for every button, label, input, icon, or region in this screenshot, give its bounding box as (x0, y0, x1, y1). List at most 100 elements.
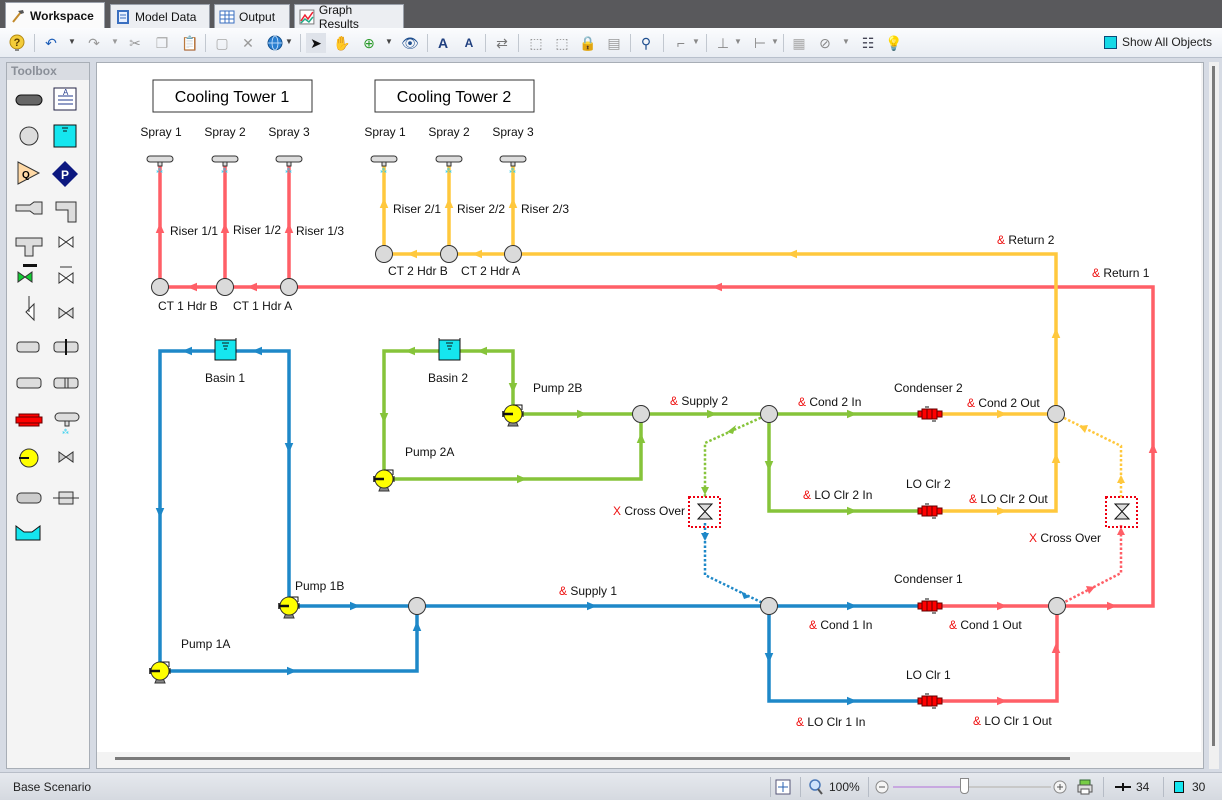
undo-dropdown[interactable]: ▼ (68, 37, 76, 46)
junction-node[interactable] (440, 245, 458, 263)
tab-model-data[interactable]: Model Data (110, 4, 210, 28)
tool-branch[interactable] (19, 126, 39, 146)
junction-node[interactable] (760, 597, 778, 615)
tool-orifice[interactable] (53, 339, 79, 355)
tool-assigned-flow[interactable]: Q (17, 161, 41, 185)
tool-bend[interactable] (55, 201, 77, 223)
tab-workspace[interactable]: Workspace (5, 2, 105, 28)
tool-control-valve-generic[interactable] (58, 451, 74, 463)
pipe-style-dropdown[interactable]: ▼ (692, 37, 700, 46)
pipe-style-button[interactable]: ⌐ (671, 33, 691, 53)
junction-node[interactable] (280, 278, 298, 296)
tool-heat-exchanger[interactable] (15, 413, 43, 427)
help-button[interactable]: ? (7, 33, 27, 53)
cooling-tower-1-title[interactable]: Cooling Tower 1 (152, 79, 313, 113)
junction-node[interactable] (504, 245, 522, 263)
align-dropdown[interactable]: ▼ (734, 37, 742, 46)
junction-node[interactable] (1047, 405, 1065, 423)
pipe-crossover-green[interactable] (703, 412, 770, 497)
decrease-font-button[interactable]: A (459, 33, 479, 53)
tool-three-way-valve[interactable] (58, 307, 74, 319)
pump[interactable] (149, 661, 171, 684)
find-object-button[interactable]: ⚲ (636, 33, 656, 53)
pipe-basin1-to-pump1b[interactable] (225, 349, 291, 606)
spray-nozzle[interactable]: ⁂ (275, 155, 303, 175)
pipe-return-2[interactable] (513, 252, 1058, 414)
lock-button[interactable]: 🔒 (578, 33, 598, 53)
fit-to-window-button[interactable] (775, 778, 791, 796)
spray-nozzle[interactable]: ⁂ (370, 155, 398, 175)
tool-filter[interactable] (16, 492, 42, 504)
pump[interactable] (278, 596, 300, 619)
list-button[interactable]: ☷ (858, 33, 878, 53)
undo-button[interactable]: ↶ (41, 33, 61, 53)
junction-node[interactable] (375, 245, 393, 263)
basin-1-reservoir[interactable] (214, 338, 237, 361)
tool-tee[interactable] (15, 237, 43, 257)
heat-exchanger[interactable] (917, 503, 943, 519)
zoom-dropdown[interactable]: ▼ (385, 37, 393, 46)
heat-exchanger[interactable] (917, 598, 943, 614)
tool-pump[interactable] (19, 448, 39, 468)
find-button[interactable]: 👁 (400, 33, 420, 53)
pipe-crossover-blue[interactable] (703, 523, 770, 608)
annotation-button[interactable]: ▤ (604, 33, 624, 53)
tool-relief-valve[interactable] (25, 296, 35, 322)
tool-screen[interactable] (53, 377, 79, 389)
pipe-basin1-to-pump1a[interactable] (158, 349, 225, 671)
junction-node[interactable] (760, 405, 778, 423)
globe-dropdown[interactable]: ▼ (285, 37, 293, 46)
junction-node[interactable] (408, 597, 426, 615)
tool-reducer[interactable] (15, 201, 43, 215)
tool-check-valve[interactable] (58, 266, 74, 284)
tool-reservoir[interactable] (53, 124, 77, 148)
cut-button[interactable]: ✂ (125, 33, 145, 53)
junction-node[interactable] (216, 278, 234, 296)
distribute-button[interactable]: ⊢ (750, 33, 770, 53)
zoom-in-button[interactable] (1053, 778, 1067, 796)
distribute-dropdown[interactable]: ▼ (771, 37, 779, 46)
tool-valve[interactable] (58, 236, 74, 248)
heat-exchanger[interactable] (917, 406, 943, 422)
workspace-canvas[interactable]: Cooling Tower 1 Cooling Tower 2 ⁂ ⁂ ⁂ ⁂ … (96, 62, 1204, 769)
pan-tool-button[interactable]: ✋ (332, 33, 352, 53)
vertical-scrollbar[interactable] (1212, 66, 1215, 746)
copy-button[interactable]: ❐ (152, 33, 172, 53)
tool-area-change[interactable] (16, 341, 40, 353)
pipe-crossover-yellow[interactable] (1055, 412, 1123, 499)
tool-spray[interactable]: ⁂ (54, 412, 80, 436)
print-button[interactable] (1077, 778, 1093, 796)
tips-button[interactable]: 💡 (884, 33, 904, 53)
tool-general-component[interactable] (53, 491, 79, 505)
spray-nozzle[interactable]: ⁂ (146, 155, 174, 175)
disable-button[interactable]: ⊘ (815, 33, 835, 53)
basin-2-reservoir[interactable] (438, 338, 461, 361)
paste-button[interactable]: 📋 (180, 33, 200, 53)
zoom-slider[interactable] (893, 778, 1051, 794)
junction-node[interactable] (151, 278, 169, 296)
swap-direction-button[interactable]: ⇄ (492, 33, 512, 53)
tool-assigned-pressure[interactable]: P (52, 161, 78, 187)
zoom-tool-button[interactable]: ⊕ (359, 33, 379, 53)
zoom-out-button[interactable] (875, 778, 889, 796)
tab-output[interactable]: Output (214, 4, 290, 28)
scenario-name[interactable]: Base Scenario (13, 780, 91, 794)
group-button[interactable]: ▢ (212, 33, 232, 53)
crossover-valve-1[interactable] (688, 496, 721, 528)
show-all-objects-button[interactable]: Show All Objects (1103, 35, 1212, 49)
select-tool-button[interactable]: ➤ (306, 33, 326, 53)
cooling-tower-2-title[interactable]: Cooling Tower 2 (374, 79, 535, 113)
zoom-level[interactable]: 100% (808, 778, 860, 796)
align-button[interactable]: ⊥ (713, 33, 733, 53)
tool-venturi[interactable] (16, 377, 42, 389)
spray-nozzle[interactable]: ⁂ (435, 155, 463, 175)
redo-button[interactable]: ↷ (84, 33, 104, 53)
pipe-network-diagram[interactable]: Cooling Tower 1 Cooling Tower 2 ⁂ ⁂ ⁂ ⁂ … (97, 63, 1201, 752)
junction-node[interactable] (1048, 597, 1066, 615)
tool-control-valve[interactable] (17, 264, 37, 283)
zoom-slider-thumb[interactable] (960, 778, 970, 794)
heat-exchanger[interactable] (917, 693, 943, 709)
tab-graph-results[interactable]: Graph Results (294, 3, 404, 31)
spray-nozzle[interactable]: ⁂ (499, 155, 527, 175)
pump[interactable] (502, 404, 524, 427)
